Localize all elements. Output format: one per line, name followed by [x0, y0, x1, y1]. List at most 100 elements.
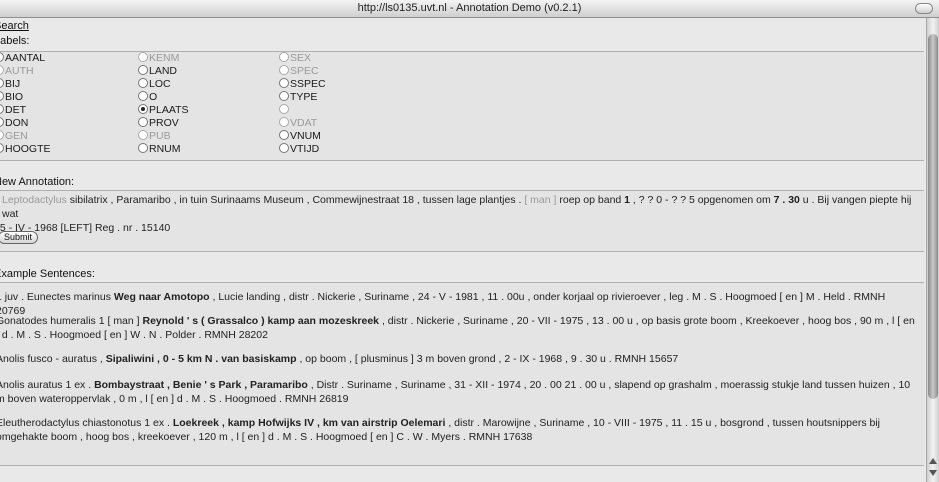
- labels-panel: AANTAL AUTH BIJ BIO DET DON GEN HOOGTE KENM LAND…: [0, 51, 924, 161]
- example-highlight: Weg naar Amotopo: [113, 291, 210, 303]
- label-radio[interactable]: [279, 104, 326, 117]
- label-radio-text: VNUM: [290, 130, 321, 142]
- label-radio[interactable]: DON: [0, 117, 51, 130]
- radio-unchecked-icon[interactable]: [279, 91, 289, 101]
- example-highlight: Bombaystraat , Benie ' s Park , Paramari…: [94, 379, 308, 391]
- label-radio[interactable]: VDAT: [279, 117, 326, 130]
- radio-unchecked-icon[interactable]: [279, 65, 289, 75]
- scrollbar-thumb[interactable]: [928, 34, 938, 399]
- label-radio[interactable]: BIJ: [0, 78, 51, 91]
- label-radio-text: HOOGTE: [5, 143, 51, 155]
- example-sentence: Eleutherodactylus chiastonotus 1 ex . Lo…: [0, 416, 916, 444]
- radio-unchecked-icon[interactable]: [138, 78, 148, 88]
- radio-unchecked-icon[interactable]: [138, 130, 148, 140]
- radio-unchecked-icon[interactable]: [279, 130, 289, 140]
- scroll-down-arrow-icon[interactable]: [929, 470, 937, 476]
- annotation-token-text[interactable]: roep op band: [556, 194, 624, 206]
- annotation-token-label[interactable]: [ man ]: [524, 194, 556, 206]
- label-radio[interactable]: PLAATS: [138, 104, 189, 117]
- example-sentence: Gonatodes humeralis 1 [ man ] Reynold ' …: [0, 314, 916, 342]
- radio-unchecked-icon[interactable]: [279, 104, 289, 114]
- annotation-token-text[interactable]: sibilatrix , Paramaribo , in tuin Surina…: [67, 194, 525, 206]
- radio-checked-icon[interactable]: [138, 104, 148, 114]
- radio-unchecked-icon[interactable]: [138, 117, 148, 127]
- label-radio[interactable]: VTIJD: [279, 143, 326, 156]
- label-radio[interactable]: HOOGTE: [0, 143, 51, 156]
- label-radio[interactable]: SSPEC: [279, 78, 326, 91]
- annotation-token-selected[interactable]: 7 . 30: [774, 194, 800, 206]
- search-link[interactable]: Search: [0, 20, 29, 32]
- radio-unchecked-icon[interactable]: [138, 143, 148, 153]
- label-radio[interactable]: TYPE: [279, 91, 326, 104]
- label-radio-text: PROV: [149, 117, 179, 129]
- radio-unchecked-icon[interactable]: [0, 52, 4, 62]
- radio-unchecked-icon[interactable]: [0, 65, 4, 75]
- example-sentence: Anolis auratus 1 ex . Bombaystraat , Ben…: [0, 378, 916, 406]
- radio-unchecked-icon[interactable]: [138, 52, 148, 62]
- label-radio[interactable]: RNUM: [138, 143, 189, 156]
- labels-column-3: SEX SPEC SSPEC TYPE VDAT VNUM VTIJD: [279, 52, 326, 156]
- example-text: , op boom , [ plusminus ] 3 m boven gron…: [296, 353, 679, 365]
- radio-unchecked-icon[interactable]: [138, 91, 148, 101]
- label-radio-text: AUTH: [5, 65, 34, 77]
- submit-button[interactable]: Submit: [0, 231, 39, 244]
- label-radio[interactable]: LAND: [138, 65, 189, 78]
- annotation-panel: Leptodactylus sibilatrix , Paramaribo , …: [0, 190, 924, 252]
- example-sentence: Anolis fusco - auratus , Sipaliwini , 0 …: [0, 352, 916, 366]
- label-radio-text: LAND: [149, 65, 178, 77]
- toolbar-toggle-button[interactable]: [915, 3, 933, 14]
- radio-unchecked-icon[interactable]: [0, 78, 4, 88]
- radio-unchecked-icon[interactable]: [279, 78, 289, 88]
- annotation-token-label[interactable]: Leptodactylus: [2, 194, 67, 206]
- new-annotation-heading: New Annotation:: [0, 176, 75, 188]
- label-radio[interactable]: PUB: [138, 130, 189, 143]
- window-title: http://ls0135.uvt.nl - Annotation Demo (…: [357, 2, 582, 14]
- label-radio-text: KENM: [149, 52, 180, 64]
- radio-unchecked-icon[interactable]: [279, 143, 289, 153]
- label-radio-text: O: [149, 91, 158, 103]
- label-radio[interactable]: VNUM: [279, 130, 326, 143]
- annotation-token-text[interactable]: , ? ? 0 - ? ? 5 opgenomen om: [630, 194, 774, 206]
- label-radio-text: DET: [5, 104, 26, 116]
- radio-unchecked-icon[interactable]: [279, 52, 289, 62]
- example-highlight: Loekreek , kamp Hofwijks IV , km van air…: [172, 417, 446, 429]
- label-radio-text: PLAATS: [149, 104, 189, 116]
- label-radio[interactable]: AUTH: [0, 65, 51, 78]
- vertical-scrollbar[interactable]: [926, 18, 939, 482]
- label-radio-text: SPEC: [290, 65, 319, 77]
- label-radio-text: LOC: [149, 78, 171, 90]
- label-radio[interactable]: GEN: [0, 130, 51, 143]
- label-radio[interactable]: SEX: [279, 52, 326, 65]
- radio-unchecked-icon[interactable]: [0, 143, 4, 153]
- label-radio[interactable]: AANTAL: [0, 52, 51, 65]
- window-titlebar[interactable]: http://ls0135.uvt.nl - Annotation Demo (…: [0, 0, 939, 18]
- label-radio[interactable]: BIO: [0, 91, 51, 104]
- label-radio[interactable]: PROV: [138, 117, 189, 130]
- label-radio[interactable]: LOC: [138, 78, 189, 91]
- scroll-up-arrow-icon[interactable]: [929, 458, 937, 464]
- example-sentences-heading: Example Sentences:: [0, 268, 95, 280]
- label-radio-text: BIJ: [5, 78, 21, 90]
- example-text: Gonatodes humeralis 1 [ man ]: [0, 315, 143, 327]
- labels-heading: Labels:: [0, 35, 30, 47]
- radio-unchecked-icon[interactable]: [0, 130, 4, 140]
- label-radio-text: BIO: [5, 91, 24, 103]
- annotation-text[interactable]: Leptodactylus sibilatrix , Paramaribo , …: [0, 193, 920, 235]
- browser-window: http://ls0135.uvt.nl - Annotation Demo (…: [0, 0, 939, 482]
- label-radio[interactable]: KENM: [138, 52, 189, 65]
- label-radio-text: TYPE: [290, 91, 318, 103]
- label-radio-text: RNUM: [149, 143, 181, 155]
- label-radio[interactable]: DET: [0, 104, 51, 117]
- page-content: Search Labels: AANTALAUTHBIJBIODETDONGEN…: [0, 18, 926, 482]
- label-radio[interactable]: SPEC: [279, 65, 326, 78]
- example-highlight: Reynold ' s ( Grassalco ) kamp aan mozes…: [142, 315, 380, 327]
- example-text: 1 juv . Eunectes marinus: [0, 291, 114, 303]
- radio-unchecked-icon[interactable]: [0, 91, 4, 101]
- radio-unchecked-icon[interactable]: [0, 104, 4, 114]
- radio-unchecked-icon[interactable]: [0, 117, 4, 127]
- label-radio-text: VDAT: [290, 117, 318, 129]
- radio-unchecked-icon[interactable]: [279, 117, 289, 127]
- label-radio[interactable]: O: [138, 91, 189, 104]
- radio-unchecked-icon[interactable]: [138, 65, 148, 75]
- label-radio-text: DON: [5, 117, 29, 129]
